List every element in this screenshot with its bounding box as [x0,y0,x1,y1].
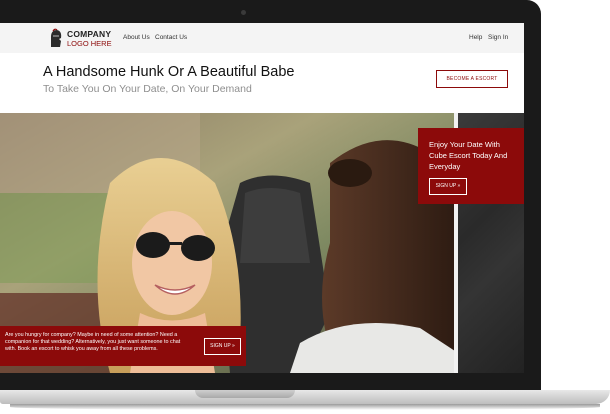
logo-line2: LOGO HERE [67,39,112,48]
page-subheadline: To Take You On Your Date, On Your Demand [43,83,252,95]
nav-link-help[interactable]: Help [469,34,482,41]
laptop-bezel: COMPANY LOGO HERE About Us Contact Us He… [0,0,541,396]
navbar: COMPANY LOGO HERE About Us Contact Us He… [0,23,524,54]
promo-text: Enjoy Your Date With Cube Escort Today A… [429,140,508,171]
website-screen: COMPANY LOGO HERE About Us Contact Us He… [0,23,524,373]
laptop-base-top [0,390,610,404]
nav-link-about-us[interactable]: About Us [123,34,150,41]
info-text: Are you hungry for company? Maybe in nee… [5,332,181,353]
laptop-trackpad-notch [195,390,295,398]
knight-helmet-icon [51,28,62,47]
nav-link-sign-in[interactable]: Sign In [488,34,508,41]
info-sign-up-button[interactable]: SIGN UP » [204,338,241,355]
hero-header: A Handsome Hunk Or A Beautiful Babe To T… [0,53,524,113]
nav-link-contact-us[interactable]: Contact Us [155,34,187,41]
company-logo[interactable]: COMPANY LOGO HERE [48,28,112,50]
logo-line1: COMPANY [67,29,112,39]
info-box: Are you hungry for company? Maybe in nee… [0,326,246,366]
promo-sign-up-button[interactable]: SIGN UP » [429,178,467,195]
laptop-base [0,390,610,414]
page-headline: A Handsome Hunk Or A Beautiful Babe [43,64,295,80]
become-escort-button[interactable]: BECOME A ESCORT [436,70,508,88]
laptop-shadow [10,404,600,410]
webcam-icon [241,10,246,15]
promo-box: Enjoy Your Date With Cube Escort Today A… [418,128,524,204]
